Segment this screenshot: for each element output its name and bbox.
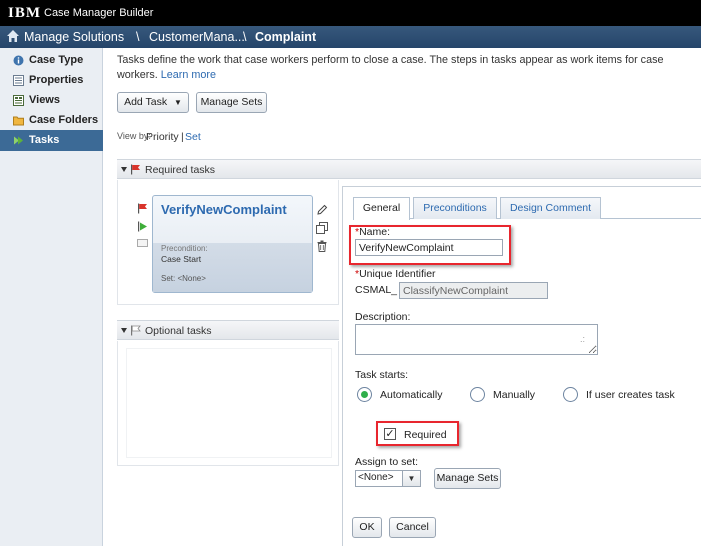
intro-text: Tasks define the work that case workers … <box>117 53 677 83</box>
task-state-icon <box>137 239 148 247</box>
task-precondition-label: Precondition: <box>161 244 208 253</box>
copy-icon[interactable] <box>316 222 328 234</box>
task-precondition-value: Case Start <box>161 254 202 264</box>
assign-to-set-label: Assign to set: <box>355 456 419 468</box>
sidebar-item-label: Case Folders <box>29 114 99 126</box>
info-icon <box>13 55 24 66</box>
title-bar: IBM Case Manager Builder <box>0 0 701 26</box>
name-input[interactable] <box>355 239 503 256</box>
unique-identifier-label-text: Unique Identifier <box>359 268 436 280</box>
red-flag-icon <box>131 164 140 175</box>
sidebar-item-tasks[interactable]: Tasks <box>0 130 103 151</box>
breadcrumb-separator: \ <box>243 30 247 44</box>
breadcrumb-separator: \ <box>136 30 140 44</box>
unique-identifier-prefix: CSMAL_ <box>355 284 398 296</box>
radio-selected-dot <box>361 391 368 398</box>
delete-trash-icon[interactable] <box>316 240 328 252</box>
sidebar-item-label: Properties <box>29 74 84 86</box>
learn-more-link[interactable]: Learn more <box>161 69 216 81</box>
required-tasks-header[interactable]: Required tasks <box>117 159 701 179</box>
tab-preconditions[interactable]: Preconditions <box>413 197 497 219</box>
cancel-button[interactable]: Cancel <box>389 517 436 538</box>
chevron-down-icon[interactable]: ▼ <box>402 471 420 486</box>
home-icon[interactable] <box>6 29 20 43</box>
name-label: *Name: <box>355 226 390 238</box>
manage-sets-button[interactable]: Manage Sets <box>196 92 267 113</box>
radio-automatically[interactable] <box>357 387 372 402</box>
tab-general[interactable]: General <box>353 197 410 220</box>
sidebar-item-views[interactable]: Views <box>0 90 103 111</box>
assign-to-set-value: <None> <box>358 472 394 483</box>
breadcrumb-current: Complaint <box>255 30 317 44</box>
optional-tasks-header[interactable]: Optional tasks <box>117 320 339 340</box>
optional-tasks-label: Optional tasks <box>145 325 212 337</box>
description-input[interactable] <box>355 324 598 355</box>
tab-design-comment[interactable]: Design Comment <box>500 197 601 219</box>
red-flag-icon <box>138 203 147 214</box>
breadcrumb: Manage Solutions \ CustomerMana... \ Com… <box>0 26 701 48</box>
sidebar-item-case-folders[interactable]: Case Folders <box>0 110 103 131</box>
ok-button[interactable]: OK <box>352 517 382 538</box>
sidebar-item-label: Case Type <box>29 54 84 66</box>
radio-automatically-label[interactable]: Automatically <box>380 389 442 401</box>
white-flag-icon <box>131 325 141 336</box>
required-label[interactable]: Required <box>404 429 447 441</box>
optional-tasks-list <box>126 348 332 458</box>
view-by-set-link[interactable]: Set <box>185 131 201 143</box>
task-starts-label: Task starts: <box>355 369 409 381</box>
start-arrow-icon <box>138 221 147 232</box>
breadcrumb-manage-solutions[interactable]: Manage Solutions <box>24 30 124 44</box>
collapse-triangle-icon <box>121 328 127 333</box>
manage-sets-button[interactable]: Manage Sets <box>434 468 501 489</box>
add-task-button[interactable]: Add Task ▼ <box>117 92 189 113</box>
collapse-triangle-icon <box>121 167 127 172</box>
unique-identifier-label: *Unique Identifier <box>355 268 436 280</box>
view-by-separator: | <box>181 131 184 143</box>
task-card-name[interactable]: VerifyNewComplaint <box>161 202 287 217</box>
sidebar-item-case-type[interactable]: Case Type <box>0 50 103 71</box>
folder-icon <box>13 116 24 126</box>
unique-identifier-input <box>399 282 548 299</box>
radio-manually-label[interactable]: Manually <box>493 389 535 401</box>
add-task-label: Add Task <box>124 96 168 108</box>
sidebar-item-properties[interactable]: Properties <box>0 70 103 91</box>
views-icon <box>13 95 24 106</box>
sidebar: Case Type Properties Views Case Folders … <box>0 48 103 546</box>
description-label: Description: <box>355 311 411 323</box>
resize-grip-icon[interactable]: .: <box>580 334 585 344</box>
required-checkbox[interactable]: ✓ <box>384 428 396 440</box>
required-tasks-label: Required tasks <box>145 164 216 176</box>
view-by-priority: Priority <box>146 131 179 143</box>
properties-icon <box>13 75 24 86</box>
radio-if-user-creates-task-label[interactable]: If user creates task <box>586 389 675 401</box>
tasks-icon <box>14 136 23 145</box>
sidebar-item-label: Tasks <box>29 134 60 146</box>
radio-if-user-creates-task[interactable] <box>563 387 578 402</box>
sidebar-item-label: Views <box>29 94 60 106</box>
name-label-text: Name: <box>359 226 391 238</box>
edit-pencil-icon[interactable] <box>316 204 328 216</box>
breadcrumb-solution[interactable]: CustomerMana... <box>149 30 245 44</box>
ibm-logo: IBM <box>8 5 41 21</box>
task-set-label: Set: <None> <box>161 274 206 283</box>
chevron-down-icon: ▼ <box>174 98 182 107</box>
app-title: Case Manager Builder <box>44 7 154 19</box>
radio-manually[interactable] <box>470 387 485 402</box>
